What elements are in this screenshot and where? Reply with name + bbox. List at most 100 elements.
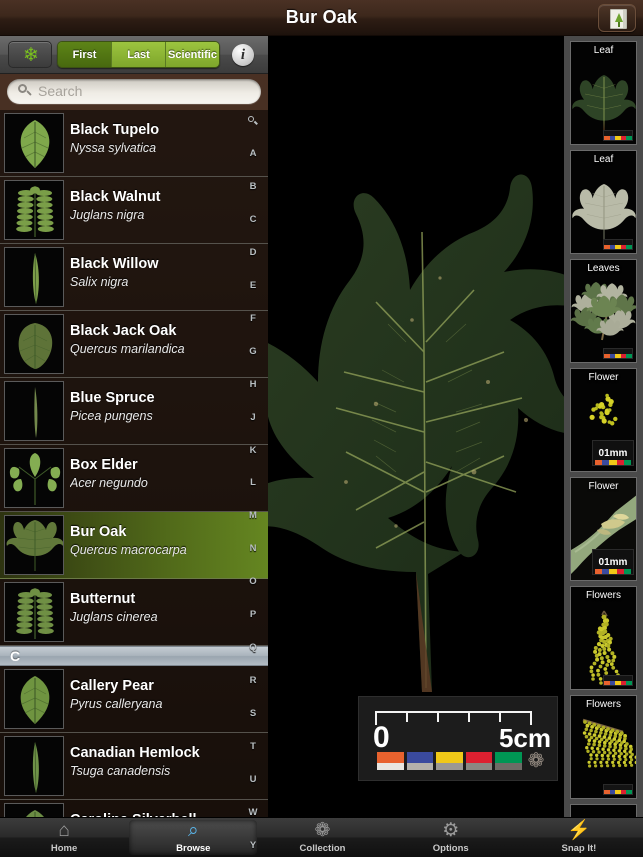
species-thumbnail [4, 113, 64, 173]
thumbnail-scale-chip [603, 348, 633, 359]
species-common-name: Black Walnut [70, 189, 161, 205]
scale-calibration-card: 0 5cm ❁ [358, 696, 558, 781]
calibration-chip [406, 752, 434, 770]
species-names: Black Tupelo Nyssa sylvatica [70, 122, 242, 155]
bottom-tab-bar[interactable]: ⌂ Home ⌕ Browse ❁ Collection ⚙ Options ⚡ Snap It! [0, 817, 643, 857]
index-letter-t[interactable]: T [250, 742, 256, 752]
alphabet-index[interactable]: A B C D E F G H J K L M N O P Q R S T U W Y [242, 116, 264, 851]
index-letter-l[interactable]: L [250, 478, 256, 488]
media-thumbnail-rail[interactable]: Leaf Leaf Leaves Flower 01mm Flower 01mm Fl… [564, 36, 643, 817]
index-letter-y[interactable]: Y [250, 840, 256, 851]
species-common-name: Blue Spruce [70, 390, 155, 406]
species-scientific-name: Nyssa sylvatica [70, 141, 157, 155]
tab-options[interactable]: ⚙ Options [387, 818, 515, 857]
list-item[interactable]: Blue Spruce Picea pungens [0, 378, 268, 445]
list-item[interactable]: Black Willow Salix nigra [0, 244, 268, 311]
index-letter-d[interactable]: D [250, 247, 257, 258]
list-item[interactable]: Canadian Hemlock Tsuga canadensis [0, 733, 268, 800]
species-names: Bur Oak Quercus macrocarpa [70, 524, 242, 557]
info-button[interactable]: i [232, 44, 254, 66]
list-item[interactable]: Bur Oak Quercus macrocarpa [0, 512, 268, 579]
thumbnail-scale-label: 01mm [598, 448, 628, 459]
specimen-image-viewer[interactable]: 0 5cm ❁ [268, 36, 564, 817]
search-input[interactable]: Search [7, 79, 261, 104]
media-thumbnail[interactable]: Leaf [570, 150, 637, 254]
title-bar: Bur Oak [0, 0, 643, 36]
media-thumbnail-label: Flower [588, 481, 619, 492]
media-thumbnail[interactable]: Leaf [570, 41, 637, 145]
list-item[interactable]: Black Jack Oak Quercus marilandica [0, 311, 268, 378]
species-names: Callery Pear Pyrus calleryana [70, 678, 242, 711]
tab-snap-it[interactable]: ⚡ Snap It! [515, 818, 643, 857]
page-title: Bur Oak [285, 7, 358, 27]
species-common-name: Butternut [70, 591, 136, 607]
browse-sidebar: ❄ First Last Scientific i Search Black Tup… [0, 36, 268, 853]
list-item[interactable]: Box Elder Acer negundo [0, 445, 268, 512]
home-icon: ⌂ [58, 820, 70, 841]
thumbnail-scale-chip [603, 784, 633, 795]
index-letter-o[interactable]: O [249, 577, 256, 587]
index-letter-u[interactable]: U [250, 775, 257, 785]
sort-segment-last[interactable]: Last [112, 42, 166, 67]
species-list[interactable]: Black Tupelo Nyssa sylvatica Black Walnut… [0, 110, 268, 853]
list-item[interactable]: Callery Pear Pyrus calleryana [0, 666, 268, 733]
index-letter-w[interactable]: W [249, 808, 258, 818]
media-thumbnail[interactable] [570, 804, 637, 817]
species-common-name: Callery Pear [70, 678, 154, 694]
species-common-name: Black Tupelo [70, 122, 160, 138]
app-root: Bur Oak 0 5cm ❁ ❄ First Last Scientific … [0, 0, 643, 857]
sort-segment-scientific[interactable]: Scientific [166, 42, 219, 67]
index-letter-q[interactable]: Q [249, 643, 256, 653]
index-letter-j[interactable]: J [250, 412, 255, 423]
index-letter-e[interactable]: E [250, 280, 256, 291]
index-letter-r[interactable]: R [250, 676, 257, 686]
index-letter-g[interactable]: G [249, 346, 256, 357]
index-search-icon[interactable] [248, 116, 258, 126]
media-thumbnail-label: Leaf [593, 154, 614, 165]
index-letter-k[interactable]: K [250, 445, 257, 456]
sort-segment-first[interactable]: First [58, 42, 112, 67]
species-common-name: Canadian Hemlock [70, 745, 200, 761]
index-letter-a[interactable]: A [250, 148, 257, 159]
media-thumbnail[interactable]: Flower 01mm [570, 368, 637, 472]
calibration-chip [377, 752, 404, 770]
species-thumbnail [4, 448, 64, 508]
media-thumbnail-label: Leaves [587, 263, 620, 274]
index-letter-n[interactable]: N [250, 544, 257, 554]
list-item[interactable]: Black Tupelo Nyssa sylvatica [0, 110, 268, 177]
thumbnail-scale-card: 01mm [592, 440, 634, 466]
species-scientific-name: Juglans nigra [70, 208, 145, 222]
media-thumbnail[interactable]: Leaves [570, 259, 637, 363]
list-section-header: C [0, 646, 268, 666]
lightning-bolt-icon: ⚡ [567, 820, 591, 841]
index-letter-c[interactable]: C [250, 214, 257, 225]
species-thumbnail [4, 669, 64, 729]
media-thumbnail[interactable]: Flower 01mm [570, 477, 637, 581]
species-scientific-name: Salix nigra [70, 275, 129, 289]
species-scientific-name: Quercus macrocarpa [70, 543, 187, 557]
calibration-chip [465, 752, 493, 770]
list-item[interactable]: Butternut Juglans cinerea [0, 579, 268, 646]
index-letter-b[interactable]: B [250, 181, 257, 192]
tab-collection[interactable]: ❁ Collection [258, 818, 386, 857]
media-thumbnail[interactable]: Flowers [570, 586, 637, 690]
species-thumbnail [4, 314, 64, 374]
index-letter-f[interactable]: F [250, 313, 256, 324]
media-thumbnail[interactable]: Flowers [570, 695, 637, 799]
tab-label: Options [432, 843, 469, 854]
list-item[interactable]: Black Walnut Juglans nigra [0, 177, 268, 244]
index-letter-m[interactable]: M [249, 511, 257, 521]
sort-segmented-control[interactable]: First Last Scientific [57, 41, 220, 68]
index-letter-p[interactable]: P [250, 610, 256, 620]
species-thumbnail [4, 582, 64, 642]
tab-browse[interactable]: ⌕ Browse [129, 820, 258, 855]
field-guide-button[interactable] [598, 4, 636, 32]
leaf-filter-button[interactable]: ❄ [8, 41, 52, 68]
tab-home[interactable]: ⌂ Home [0, 818, 128, 857]
species-common-name: Box Elder [70, 457, 138, 473]
media-thumbnail-label: Flower [588, 372, 619, 383]
index-letter-h[interactable]: H [250, 379, 257, 390]
species-scientific-name: Quercus marilandica [70, 342, 185, 356]
sidebar-toolbar: ❄ First Last Scientific i [0, 36, 268, 74]
index-letter-s[interactable]: S [250, 709, 256, 719]
